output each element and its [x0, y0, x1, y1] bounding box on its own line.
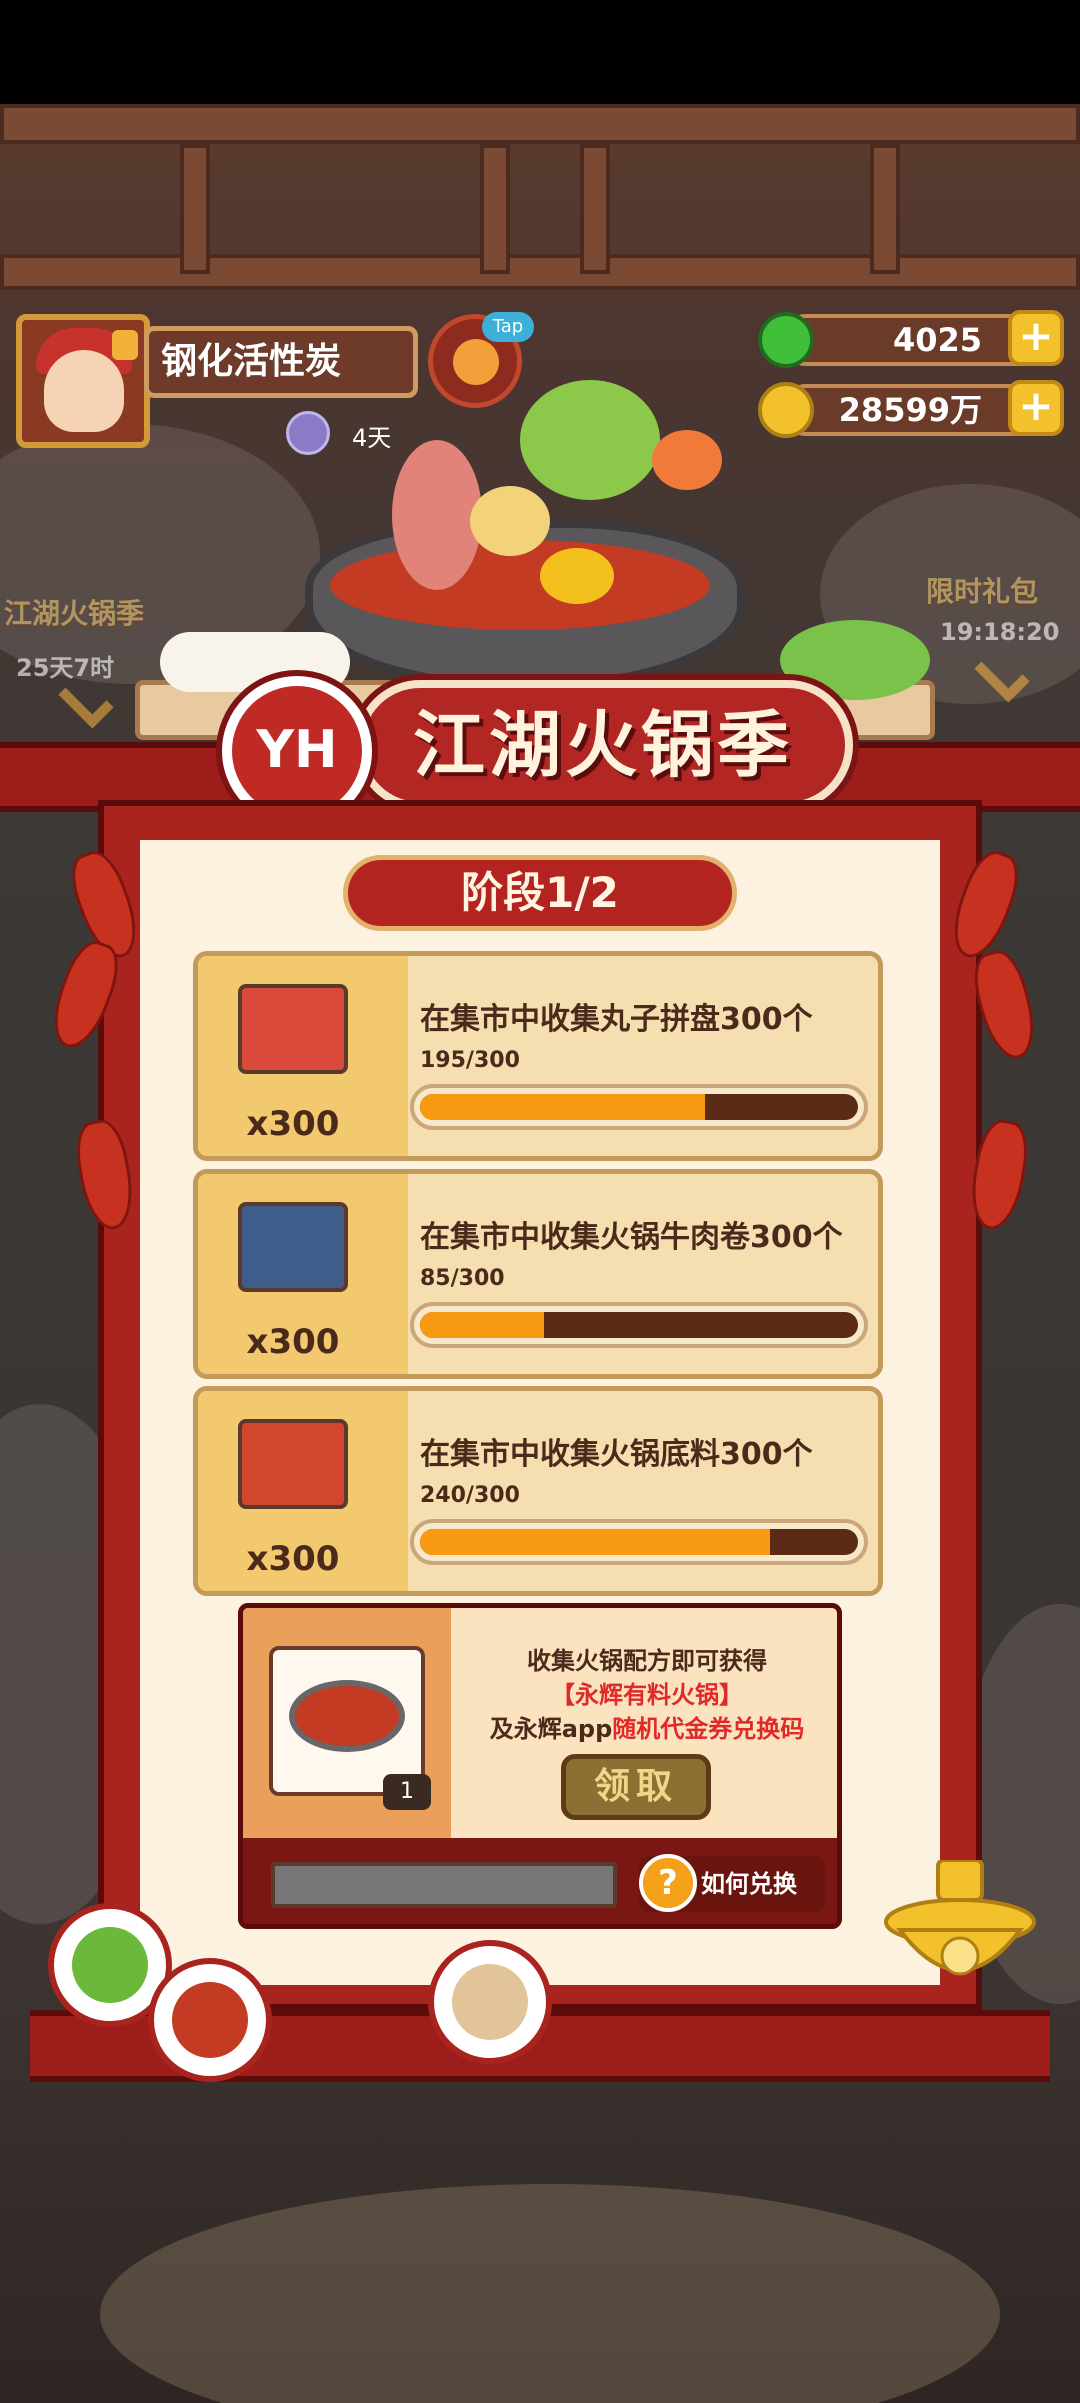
task-title: 在集市中收集丸子拼盘300个: [420, 1002, 813, 1037]
task-quantity: x300: [246, 1539, 340, 1579]
progress-fill: [420, 1529, 771, 1555]
task-quantity: x300: [246, 1322, 340, 1362]
reward-line-2: 【永辉有料火锅】: [551, 1681, 743, 1709]
task-card: x300 在集市中收集火锅底料300个 240/300: [193, 1386, 883, 1596]
egg-icon: [540, 548, 614, 604]
status-days: 4天: [352, 424, 392, 452]
avatar[interactable]: [16, 314, 150, 448]
reward-line-1: 收集火锅配方即可获得: [527, 1647, 767, 1675]
stage-indicator: 阶段1/2: [343, 855, 737, 931]
left-event-label[interactable]: 江湖火锅季: [4, 592, 144, 632]
gem-icon: [758, 312, 814, 368]
right-event-timer: 19:18:20: [940, 618, 1060, 646]
fish-ball-icon: [470, 486, 550, 556]
reward-count: 1: [383, 1774, 431, 1810]
question-icon[interactable]: ?: [639, 1854, 697, 1912]
progress-track: [420, 1094, 858, 1120]
player-name: 钢化活性炭: [144, 326, 418, 398]
progress-bar: [410, 1519, 868, 1565]
task-card: x300 在集市中收集火锅牛肉卷300个 85/300: [193, 1169, 883, 1379]
sesame-sauce-bowl-icon: [428, 1940, 552, 2064]
progress-bar: [410, 1302, 868, 1348]
reward-line-3: 及永辉app随机代金券兑换码: [467, 1712, 827, 1746]
status-bar: [0, 0, 1080, 104]
progress-track: [420, 1312, 858, 1338]
claim-button[interactable]: 领取: [561, 1754, 711, 1820]
meat-roll-icon: [392, 440, 482, 590]
add-coins-button[interactable]: +: [1008, 380, 1064, 436]
task-progress-text: 85/300: [420, 1266, 505, 1291]
task-quantity: x300: [246, 1104, 340, 1144]
reward-line-3-prefix: 及永辉app: [489, 1715, 613, 1743]
coin-icon: [758, 382, 814, 438]
avatar-face: [44, 350, 124, 432]
beef-roll-icon: [238, 1202, 348, 1292]
task-title: 在集市中收集火锅底料300个: [420, 1437, 813, 1472]
progress-bar: [410, 1084, 868, 1130]
reward-line-3-highlight: 随机代金券兑换码: [612, 1715, 805, 1743]
hotpot-base-icon: [238, 1419, 348, 1509]
mini-pot-icon: [289, 1680, 405, 1752]
vip-icon: [286, 411, 330, 455]
level-badge-icon: [112, 330, 138, 360]
task-card: x300 在集市中收集丸子拼盘300个 195/300: [193, 951, 883, 1161]
task-title: 在集市中收集火锅牛肉卷300个: [420, 1220, 843, 1255]
task-progress-text: 240/300: [420, 1483, 520, 1508]
reward-box: 1 收集火锅配方即可获得 【永辉有料火锅】 及永辉app随机代金券兑换码 领取 …: [238, 1603, 842, 1929]
progress-fill: [420, 1312, 544, 1338]
task-progress-text: 195/300: [420, 1048, 520, 1073]
lettuce-icon: [520, 380, 660, 500]
event-title: 江湖火锅季: [412, 703, 793, 787]
left-event-timer: 25天7时: [16, 654, 115, 682]
shrimp-icon: [652, 430, 722, 490]
golden-hotpot-icon: [884, 1860, 1036, 1976]
progress-track: [420, 1529, 858, 1555]
progress-fill: [420, 1094, 705, 1120]
add-gems-button[interactable]: +: [1008, 310, 1064, 366]
reward-description: 收集火锅配方即可获得 【永辉有料火锅】 及永辉app随机代金券兑换码: [467, 1644, 827, 1746]
meatball-platter-icon: [238, 984, 348, 1074]
right-event-label[interactable]: 限时礼包: [926, 570, 1038, 610]
chef-face-icon: [453, 339, 499, 385]
chili-sauce-bowl-icon: [148, 1958, 272, 2082]
tap-label: Tap: [482, 312, 534, 342]
redeem-code-field[interactable]: [271, 1862, 617, 1908]
